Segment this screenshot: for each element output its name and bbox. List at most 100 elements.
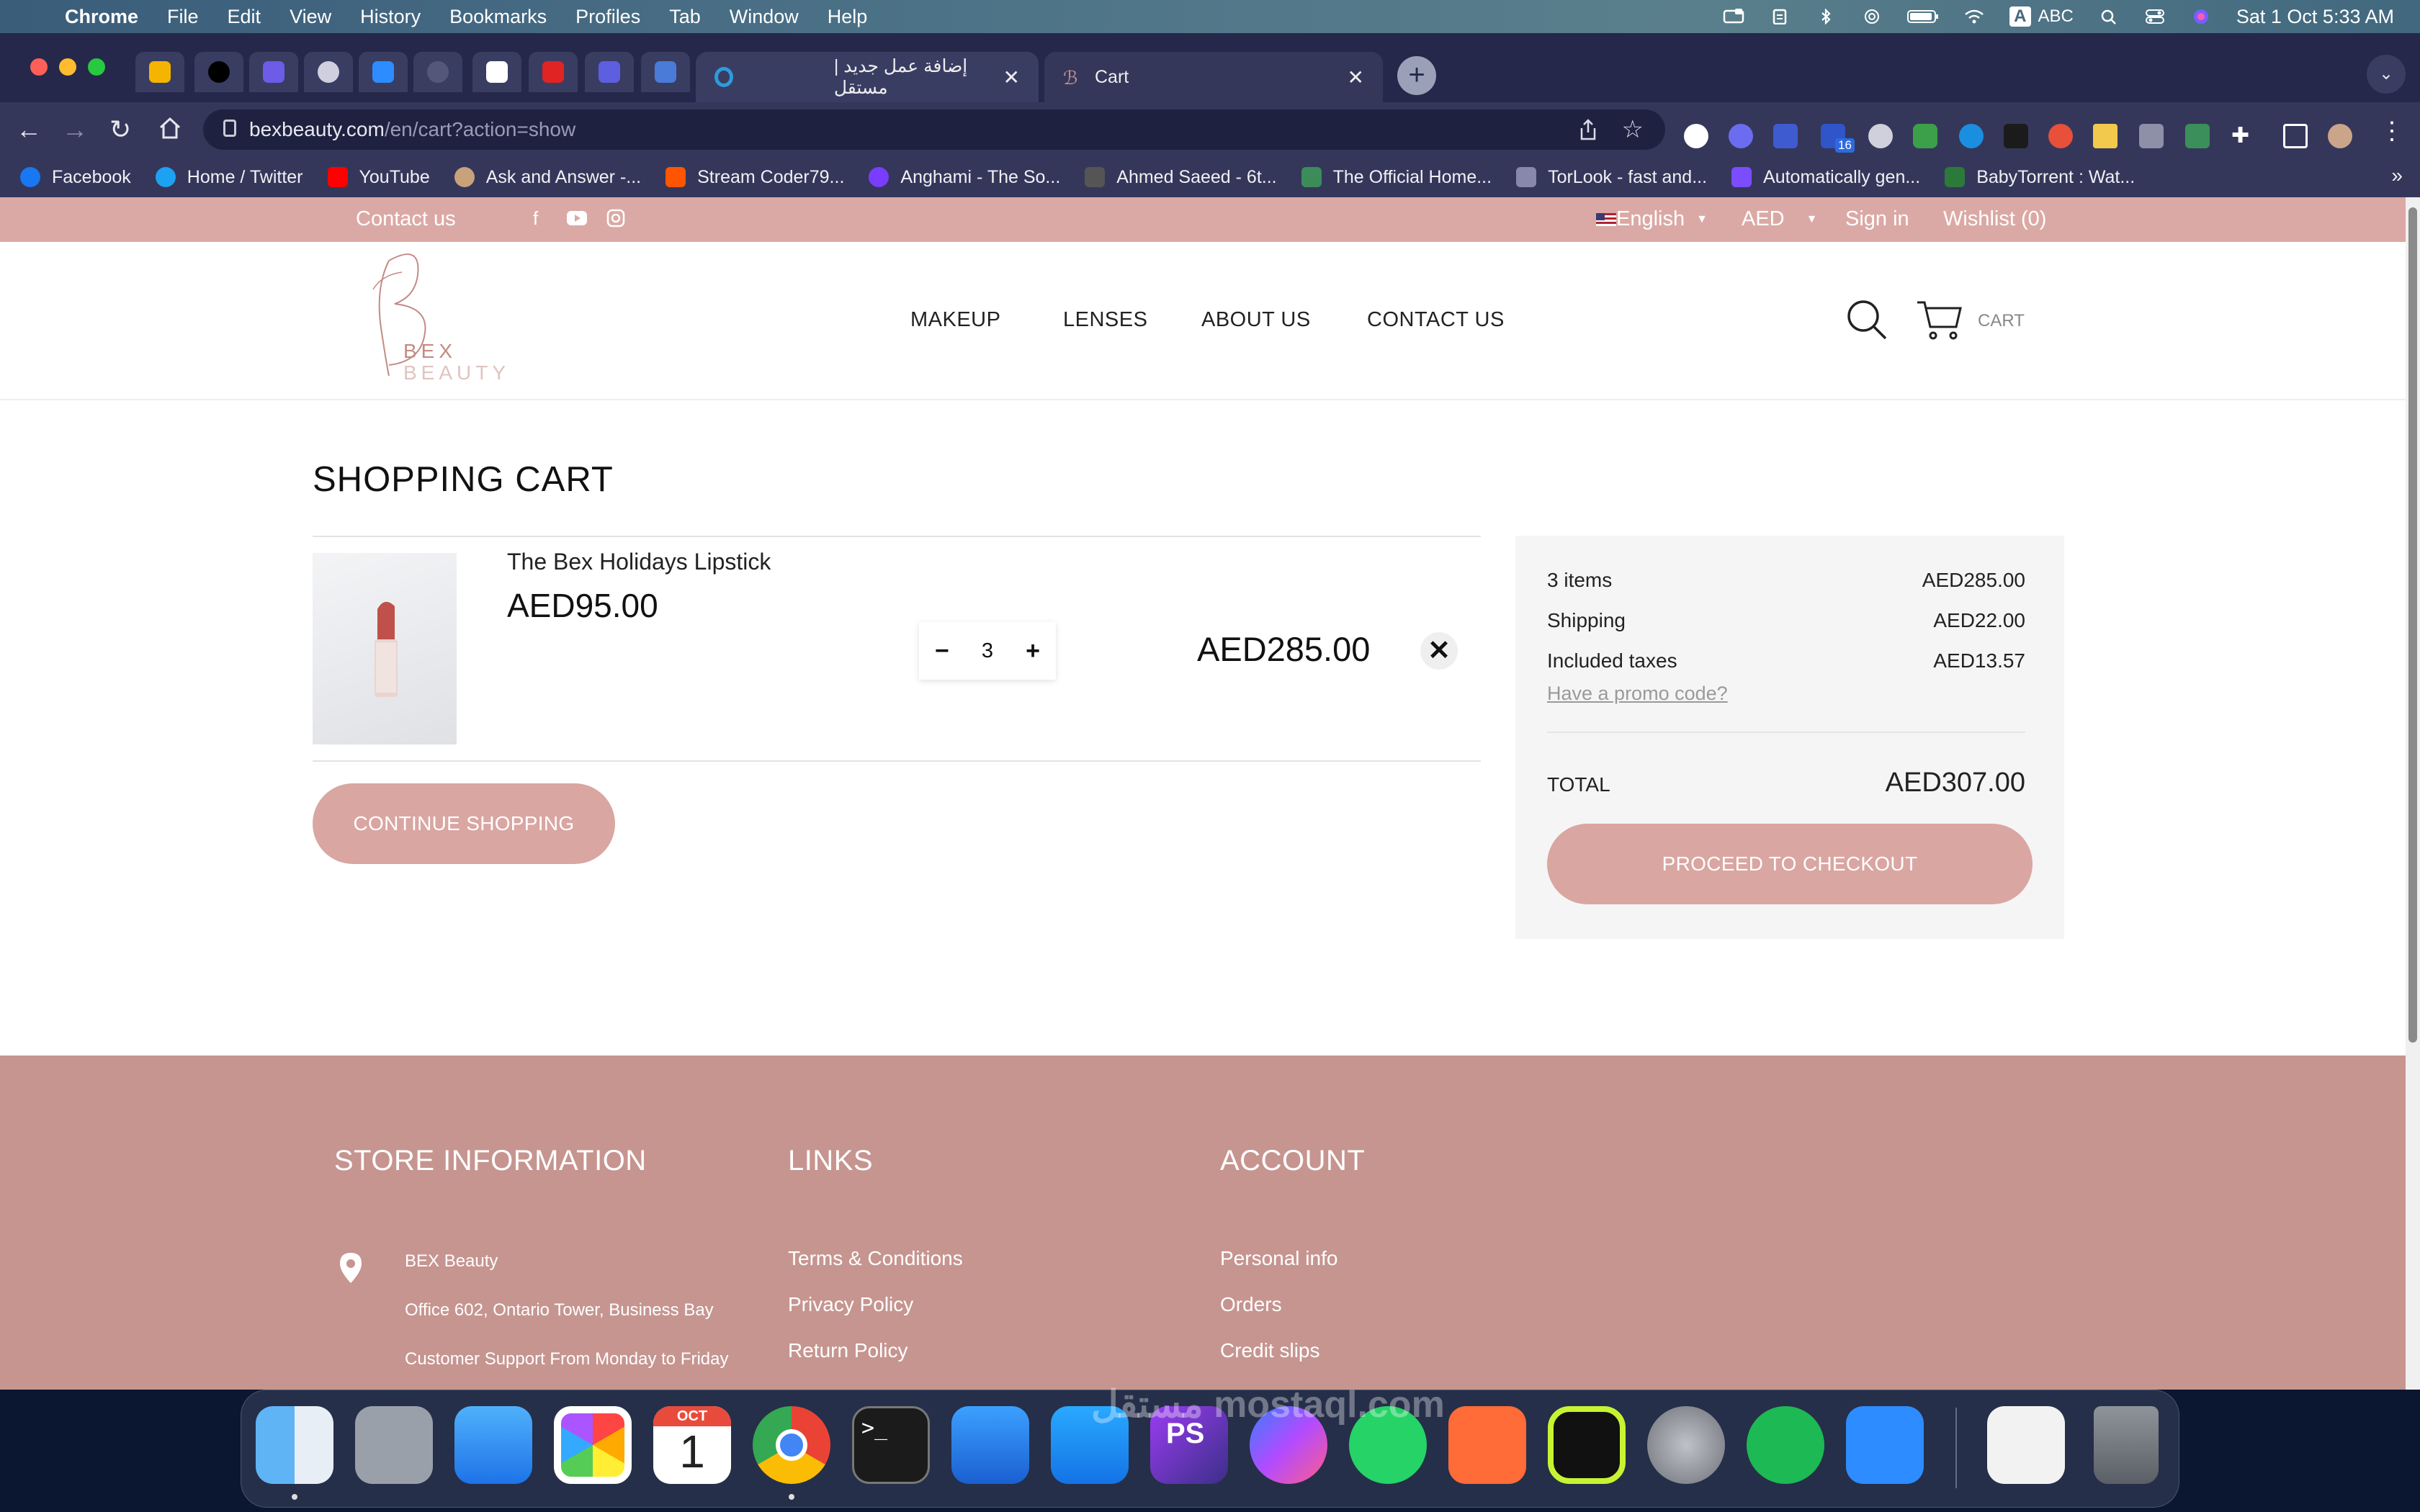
share-icon[interactable] (1577, 118, 1599, 141)
bookmark-official-home[interactable]: The Official Home... (1301, 167, 1492, 188)
scrollbar-thumb[interactable] (2408, 207, 2417, 1043)
quantity-value[interactable]: 3 (982, 639, 993, 663)
zoom-icon[interactable] (1846, 1406, 1924, 1484)
product-name[interactable]: The Bex Holidays Lipstick (507, 549, 771, 575)
side-panel-icon[interactable] (2283, 124, 2308, 148)
bookmark-ahmed-saeed[interactable]: Ahmed Saeed - 6t... (1085, 167, 1277, 188)
currency-selector[interactable]: AED ▼ (1742, 207, 1817, 231)
cart-label[interactable]: CART (1978, 311, 2025, 331)
sign-in-link[interactable]: Sign in (1845, 207, 1909, 231)
product-image[interactable] (313, 553, 457, 744)
anghami-app-icon[interactable] (1548, 1406, 1626, 1484)
language-selector[interactable]: English ▼ (1596, 207, 1708, 231)
mail-icon[interactable] (454, 1406, 532, 1484)
system-settings-icon[interactable] (1647, 1406, 1725, 1484)
menu-window[interactable]: Window (730, 6, 799, 28)
pinned-tab-3[interactable] (249, 52, 298, 92)
continue-shopping-button[interactable]: CONTINUE SHOPPING (313, 783, 615, 864)
extension-3-icon[interactable] (2048, 124, 2073, 148)
footer-link-privacy[interactable]: Privacy Policy (788, 1293, 913, 1316)
photos-icon[interactable] (554, 1406, 632, 1484)
tab-cart[interactable]: ℬ Cart ✕ (1044, 52, 1383, 102)
spotify-icon[interactable] (1747, 1406, 1824, 1484)
new-tab-button[interactable]: + (1397, 56, 1436, 95)
address-bar[interactable]: bexbeauty.com/en/cart?action=show ☆ (203, 109, 1665, 150)
mail-extension-icon[interactable] (1773, 124, 1798, 148)
footer-link-orders[interactable]: Orders (1220, 1293, 1282, 1316)
airdrop-icon[interactable] (1861, 9, 1883, 24)
facebook-icon[interactable]: f (533, 207, 538, 230)
close-tab-icon[interactable]: ✕ (1348, 66, 1364, 89)
bookmark-star-icon[interactable]: ☆ (1622, 115, 1644, 144)
forward-button[interactable]: → (62, 115, 88, 144)
react-devtools-icon[interactable] (1729, 124, 1753, 148)
contact-us-link[interactable]: Contact us (356, 207, 456, 231)
nav-contact-us[interactable]: CONTACT US (1367, 308, 1505, 332)
pinned-tab-10[interactable] (641, 52, 690, 92)
extensions-puzzle-icon[interactable]: ✚ (2231, 124, 2256, 148)
spotlight-search-icon[interactable] (2098, 9, 2120, 24)
xcode-icon[interactable] (951, 1406, 1029, 1484)
increase-quantity-button[interactable]: + (1026, 637, 1040, 665)
chrome-menu-icon[interactable]: ⋮ (2380, 117, 2404, 145)
bookmark-anghami[interactable]: Anghami - The So... (869, 167, 1060, 188)
cart-icon[interactable] (1916, 300, 1963, 341)
pinned-tab-4[interactable] (304, 52, 353, 92)
chrome-icon[interactable] (753, 1406, 830, 1484)
menu-app-name[interactable]: Chrome (65, 6, 138, 28)
promo-code-link[interactable]: Have a promo code? (1547, 683, 1728, 705)
launchpad-icon[interactable] (355, 1406, 433, 1484)
bluetooth-icon[interactable] (1815, 9, 1837, 24)
bookmark-ask-answer[interactable]: Ask and Answer -... (454, 167, 641, 188)
pinned-tab-5[interactable] (359, 52, 408, 92)
tab-mostaql[interactable]: إضافة عمل جديد | مستقل ✕ (696, 52, 1039, 102)
finder-icon[interactable] (256, 1406, 333, 1484)
search-icon[interactable] (1845, 298, 1888, 341)
extension-1-icon[interactable] (1684, 124, 1708, 148)
bex-beauty-logo[interactable]: BEX BEAUTY (360, 246, 519, 390)
page-scrollbar[interactable] (2406, 197, 2420, 1390)
star-extension-icon[interactable] (2093, 124, 2118, 148)
zoom-window-button[interactable] (88, 58, 105, 76)
menu-bookmarks[interactable]: Bookmarks (449, 6, 547, 28)
menubar-clock[interactable]: Sat 1 Oct 5:33 AM (2236, 6, 2394, 28)
extension-4-icon[interactable] (2185, 124, 2210, 148)
wifi-icon[interactable] (1963, 9, 1985, 24)
nav-makeup[interactable]: MAKEUP (910, 308, 1000, 332)
postman-icon[interactable] (1448, 1406, 1526, 1484)
bookmark-torlook[interactable]: TorLook - fast and... (1516, 167, 1707, 188)
control-center-icon[interactable] (2144, 9, 2166, 24)
decrease-quantity-button[interactable]: − (935, 637, 949, 665)
home-button-icon[interactable] (157, 115, 183, 141)
minimize-window-button[interactable] (59, 58, 76, 76)
menu-edit[interactable]: Edit (228, 6, 261, 28)
database-file-icon[interactable] (1987, 1406, 2065, 1484)
bookmark-automatically-gen[interactable]: Automatically gen... (1731, 167, 1920, 188)
menu-profiles[interactable]: Profiles (575, 6, 640, 28)
terminal-icon[interactable]: >_ (852, 1406, 930, 1484)
siri-icon[interactable] (2190, 9, 2212, 24)
pinned-tab-7[interactable] (472, 52, 521, 92)
pinned-tab-9[interactable] (585, 52, 634, 92)
pinned-tab-8[interactable] (529, 52, 578, 92)
bookmark-facebook[interactable]: Facebook (20, 167, 131, 188)
footer-link-return[interactable]: Return Policy (788, 1339, 908, 1362)
bookmark-youtube[interactable]: YouTube (327, 167, 430, 188)
bookmark-soundcloud[interactable]: Stream Coder79... (666, 167, 844, 188)
youtube-icon[interactable] (566, 210, 588, 226)
clipboard-icon[interactable] (1769, 9, 1791, 24)
menu-help[interactable]: Help (828, 6, 868, 28)
reload-button[interactable]: ↻ (109, 115, 131, 144)
remove-item-button[interactable]: ✕ (1420, 632, 1458, 670)
pinned-tab-2[interactable] (194, 52, 243, 92)
trash-icon[interactable] (2094, 1406, 2159, 1484)
code-extension-icon[interactable] (2139, 124, 2164, 148)
menu-view[interactable]: View (290, 6, 331, 28)
wishlist-link[interactable]: Wishlist (0) (1943, 207, 2046, 231)
footer-link-credit-slips[interactable]: Credit slips (1220, 1339, 1319, 1362)
menu-file[interactable]: File (167, 6, 199, 28)
nav-about-us[interactable]: ABOUT US (1201, 308, 1311, 332)
close-window-button[interactable] (30, 58, 48, 76)
bookmark-babytorrent[interactable]: BabyTorrent : Wat... (1945, 167, 2135, 188)
profile-avatar[interactable] (2328, 124, 2352, 148)
